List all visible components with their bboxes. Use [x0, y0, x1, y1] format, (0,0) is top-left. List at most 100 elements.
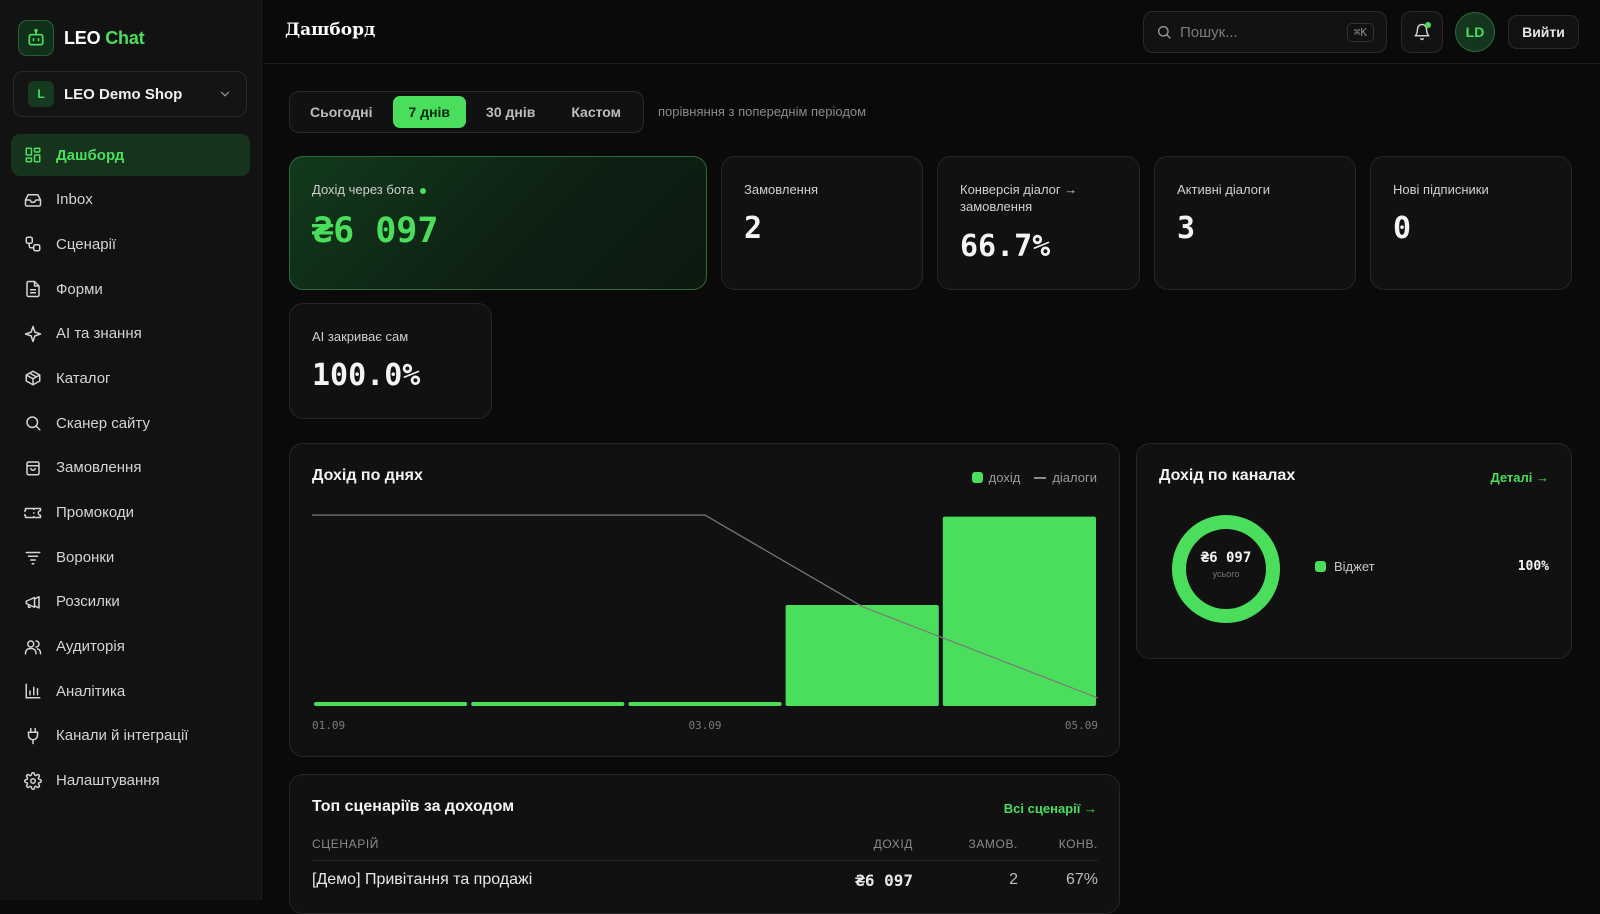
search-icon [1158, 26, 1171, 39]
period-comparison-note: порівняння з попереднім періодом [658, 104, 867, 119]
kpi-card-active-dialogs: Активні діалоги 3 [1154, 156, 1356, 290]
donut-center: ₴6 097 усього [1171, 550, 1281, 579]
bar-01.09 [314, 702, 468, 706]
users-icon [24, 639, 42, 655]
sidebar-item-funnels[interactable]: Воронки [11, 536, 250, 578]
sidebar-item-settings[interactable]: Налаштування [11, 760, 250, 802]
sidebar-item-label: Сканер сайту [56, 414, 150, 432]
kpi-value-conversion: 66.7% [960, 229, 1051, 264]
workflow-icon [25, 236, 41, 252]
sidebar: LEO Chat L LEO Demo Shop Дашборд Inbox С… [0, 0, 262, 900]
x-tick-label: 01.09 [312, 719, 345, 732]
top-scenarios-panel: Топ сценаріїв за доходом Всі сценарії → … [289, 774, 1120, 914]
sidebar-item-label: Inbox [56, 191, 93, 209]
top-header: Дашборд ⌘K LD Вийти [263, 0, 1600, 64]
sidebar-item-label: AI та знання [56, 325, 142, 343]
kpi-card-ai-closes: AI закриває сам 100.0% [289, 303, 492, 419]
kpi-value-new-subscribers: 0 [1393, 211, 1412, 246]
search-box[interactable]: ⌘K [1143, 11, 1387, 53]
period-tab-custom[interactable]: Кастом [555, 96, 637, 128]
kpi-value-revenue: ₴6 097 [312, 211, 439, 251]
kpi-label: Дохід через бота [312, 181, 426, 198]
donut-total-value: ₴6 097 [1200, 550, 1252, 566]
megaphone-icon [25, 595, 40, 609]
notifications-button[interactable] [1401, 11, 1443, 53]
sidebar-item-promocodes[interactable]: Промокоди [11, 492, 250, 534]
bar-05.09 [942, 516, 1096, 706]
sidebar-item-channels[interactable]: Канали й інтеграції [11, 715, 250, 757]
x-tick-label: 03.09 [688, 719, 721, 732]
logout-button[interactable]: Вийти [1508, 15, 1579, 49]
all-scenarios-link[interactable]: Всі сценарії → [1004, 801, 1097, 816]
kpi-card-orders: Замовлення 2 [721, 156, 923, 290]
sidebar-item-analytics[interactable]: Аналітика [11, 670, 250, 712]
bar-04.09 [785, 605, 939, 706]
sidebar-item-label: Промокоди [56, 504, 134, 521]
sidebar-item-label: Аудиторія [56, 638, 125, 656]
channel-donut: ₴6 097 усього [1171, 514, 1281, 624]
period-tab-7-days[interactable]: 7 днів [392, 96, 467, 128]
kpi-card-new-subscribers: Нові підписники 0 [1370, 156, 1572, 290]
brand-name: LEO Chat [64, 27, 145, 48]
table-row[interactable]: [Демо] Привітання та продажі ₴6 097 2 67… [312, 871, 1098, 890]
form-icon [26, 280, 40, 298]
sidebar-item-label: Форми [56, 280, 103, 298]
sidebar-nav: Дашборд Inbox Сценарії Форми AI та знанн… [11, 134, 250, 804]
table-header: СЦЕНАРІЙ ДОХІД ЗАМОВ. КОНВ. [312, 837, 1098, 861]
search-input[interactable] [1180, 23, 1339, 41]
kpi-value-orders: 2 [744, 211, 763, 246]
brand[interactable]: LEO Chat [18, 20, 145, 56]
kpi-card-revenue: Дохід через бота ₴6 097 [289, 156, 707, 290]
user-avatar[interactable]: LD [1455, 12, 1495, 52]
sidebar-item-label: Канали й інтеграції [56, 727, 189, 745]
panel-title: Дохід по каналах [1159, 467, 1296, 484]
sidebar-item-forms[interactable]: Форми [11, 268, 250, 310]
channel-row-widget: Віджет 100% [1315, 559, 1549, 574]
sidebar-item-orders[interactable]: Замовлення [11, 447, 250, 489]
gear-icon [24, 771, 42, 790]
sidebar-item-site-scanner[interactable]: Сканер сайту [11, 402, 250, 444]
sidebar-item-label: Каталог [56, 369, 111, 387]
channel-percent: 100% [1517, 559, 1549, 574]
search-icon [26, 416, 41, 431]
column-header-revenue: ДОХІД [873, 837, 913, 851]
period-tab-30-days[interactable]: 30 днів [470, 96, 551, 128]
shop-avatar: L [28, 81, 54, 107]
kpi-card-conversion: Конверсія діалог → замовлення 66.7% [937, 156, 1140, 290]
bar-03.09 [628, 702, 782, 706]
sidebar-item-ai-knowledge[interactable]: AI та знання [11, 313, 250, 355]
sidebar-item-scenarios[interactable]: Сценарії [11, 223, 250, 265]
sidebar-item-inbox[interactable]: Inbox [11, 179, 250, 221]
kpi-label: Конверсія діалог → замовлення [960, 182, 1078, 214]
scenario-name: [Демо] Привітання та продажі [312, 871, 533, 888]
sidebar-item-audience[interactable]: Аудиторія [11, 626, 250, 668]
plug-icon [27, 727, 39, 745]
inbox-icon [24, 193, 42, 207]
dashboard-icon [25, 147, 41, 163]
filter-icon [25, 551, 41, 565]
bar-chart-icon [25, 683, 41, 699]
kpi-label: Замовлення [744, 182, 819, 197]
period-tab-today[interactable]: Сьогодні [294, 96, 389, 128]
sidebar-item-dashboard[interactable]: Дашборд [11, 134, 250, 176]
kpi-label: AI закриває сам [312, 329, 409, 344]
sidebar-item-label: Налаштування [56, 772, 160, 790]
donut-total-caption: усього [1212, 569, 1240, 579]
sidebar-item-mailings[interactable]: Розсилки [11, 581, 250, 623]
sidebar-item-catalog[interactable]: Каталог [11, 357, 250, 399]
channel-name: Віджет [1334, 559, 1375, 574]
sidebar-item-label: Воронки [56, 548, 115, 566]
chevron-down-icon [220, 91, 230, 97]
sidebar-item-label: Замовлення [56, 459, 142, 477]
revenue-by-day-panel: Дохід по днях дохід діалоги 01.09 03.09 05… [289, 443, 1120, 757]
kpi-label: Нові підписники [1393, 182, 1489, 197]
channel-details-link[interactable]: Деталі → [1490, 470, 1549, 485]
sidebar-item-label: Аналітика [56, 682, 126, 700]
sidebar-item-label: Сценарії [56, 235, 117, 253]
page-title: Дашборд [285, 20, 376, 40]
shop-switcher[interactable]: L LEO Demo Shop [13, 71, 247, 117]
channel-swatch [1315, 561, 1326, 572]
bar-02.09 [471, 702, 625, 706]
column-header-scenario: СЦЕНАРІЙ [312, 837, 379, 851]
scenario-conversion: 67% [1065, 871, 1098, 888]
